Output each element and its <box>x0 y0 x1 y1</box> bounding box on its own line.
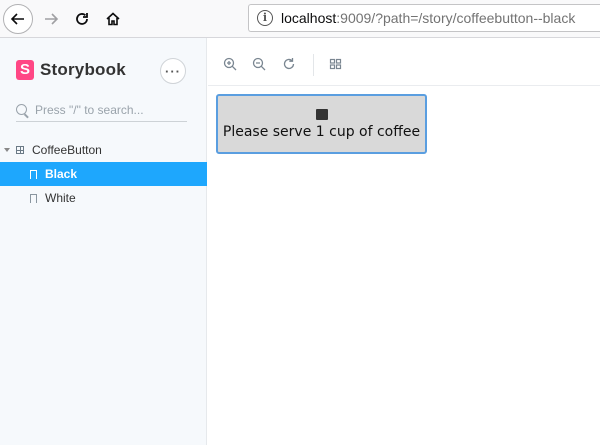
preview-canvas: Please serve 1 cup of coffee <box>208 86 600 445</box>
bookmark-icon <box>30 169 37 182</box>
home-icon <box>106 12 120 26</box>
storybook-logo-icon: S <box>16 60 34 80</box>
coffee-button[interactable]: Please serve 1 cup of coffee <box>216 94 427 154</box>
ellipsis-icon: ··· <box>165 63 181 79</box>
search-box <box>16 98 187 122</box>
toolbar-divider <box>313 54 314 76</box>
tree-item-label: White <box>45 191 76 205</box>
info-icon[interactable]: i <box>257 10 273 26</box>
chevron-down-icon[interactable] <box>4 148 10 152</box>
browser-toolbar: i localhost:9009/?path=/story/coffeebutt… <box>0 0 600 38</box>
brand[interactable]: S Storybook <box>16 60 126 80</box>
zoom-out-icon[interactable] <box>252 57 266 71</box>
grid-icon[interactable] <box>329 57 343 71</box>
arrow-left-icon <box>10 13 24 25</box>
preview-toolbar <box>208 38 600 86</box>
tree-item-black[interactable]: Black <box>0 162 207 186</box>
sidebar: S Storybook ··· CoffeeButton Black White <box>0 38 207 445</box>
brand-name: Storybook <box>40 60 126 79</box>
zoom-in-icon[interactable] <box>223 57 237 71</box>
tree-item-coffeebutton[interactable]: CoffeeButton <box>0 138 207 162</box>
url-host: localhost <box>281 10 337 26</box>
reset-zoom-icon[interactable] <box>282 57 296 71</box>
component-icon <box>16 146 24 154</box>
bookmark-icon <box>30 193 37 206</box>
tree-item-label: CoffeeButton <box>32 143 102 157</box>
coffee-button-label: Please serve 1 cup of coffee <box>222 123 421 140</box>
back-button[interactable] <box>3 4 33 34</box>
search-icon <box>16 104 27 115</box>
arrow-right-icon <box>45 13 59 25</box>
forward-button[interactable] <box>36 4 66 34</box>
search-input[interactable] <box>35 102 175 117</box>
tree-item-white[interactable]: White <box>0 186 207 210</box>
url-path: :9009/?path=/story/coffeebutton--black <box>336 10 576 26</box>
coffee-icon <box>315 108 328 120</box>
tree-item-label: Black <box>45 167 78 181</box>
story-tree: CoffeeButton Black White <box>0 138 207 210</box>
reload-icon <box>76 13 88 25</box>
more-menu-button[interactable]: ··· <box>160 58 186 84</box>
home-button[interactable] <box>98 4 128 34</box>
reload-button[interactable] <box>67 4 97 34</box>
address-bar[interactable]: i localhost:9009/?path=/story/coffeebutt… <box>248 4 600 32</box>
